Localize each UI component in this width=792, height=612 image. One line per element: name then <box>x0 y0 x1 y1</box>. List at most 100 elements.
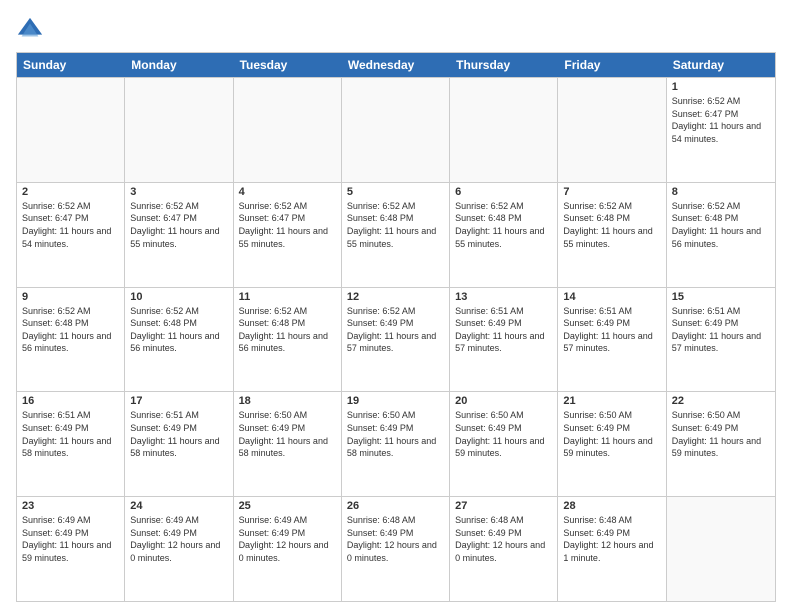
calendar-cell: 9Sunrise: 6:52 AMSunset: 6:48 PMDaylight… <box>17 288 125 392</box>
day-number: 11 <box>239 291 336 303</box>
logo <box>16 16 48 44</box>
header-day-saturday: Saturday <box>667 53 775 77</box>
calendar-cell: 8 Sunrise: 6:52 AMSunset: 6:48 PMDaylight… <box>667 183 775 287</box>
day-number: 23 <box>22 500 119 512</box>
calendar-cell: 12 Sunrise: 6:52 AMSunset: 6:49 PMDayligh… <box>342 288 450 392</box>
calendar-cell: 15 Sunrise: 6:51 AMSunset: 6:49 PMDayligh… <box>667 288 775 392</box>
day-number: 10 <box>130 291 227 303</box>
day-info: Sunrise: 6:51 AMSunset: 6:49 PMDaylight:… <box>563 305 660 355</box>
logo-icon <box>16 16 44 44</box>
calendar-cell: 17 Sunrise: 6:51 AMSunset: 6:49 PMDayligh… <box>125 392 233 496</box>
day-number: 1 <box>672 81 770 93</box>
day-info: Sunrise: 6:50 AMSunset: 6:49 PMDaylight:… <box>455 409 552 459</box>
day-number: 15 <box>672 291 770 303</box>
day-info: Sunrise: 6:52 AMSunset: 6:49 PMDaylight:… <box>347 305 444 355</box>
day-info: Sunrise: 6:52 AMSunset: 6:48 PMDaylight:… <box>347 200 444 250</box>
calendar-cell <box>558 78 666 182</box>
day-info: Sunrise: 6:51 AMSunset: 6:49 PMDaylight:… <box>22 409 119 459</box>
day-info: Sunrise: 6:51 AMSunset: 6:49 PMDaylight:… <box>130 409 227 459</box>
calendar-cell: 7 Sunrise: 6:52 AMSunset: 6:48 PMDaylight… <box>558 183 666 287</box>
header-day-thursday: Thursday <box>450 53 558 77</box>
page: SundayMondayTuesdayWednesdayThursdayFrid… <box>0 0 792 612</box>
day-number: 14 <box>563 291 660 303</box>
calendar: SundayMondayTuesdayWednesdayThursdayFrid… <box>16 52 776 602</box>
calendar-cell: 28Sunrise: 6:48 AMSunset: 6:49 PMDayligh… <box>558 497 666 601</box>
calendar-row-0: 1 Sunrise: 6:52 AMSunset: 6:47 PMDaylight… <box>17 77 775 182</box>
day-number: 13 <box>455 291 552 303</box>
calendar-cell: 18Sunrise: 6:50 AMSunset: 6:49 PMDayligh… <box>234 392 342 496</box>
day-number: 19 <box>347 395 444 407</box>
day-info: Sunrise: 6:50 AMSunset: 6:49 PMDaylight:… <box>672 409 770 459</box>
day-info: Sunrise: 6:52 AMSunset: 6:48 PMDaylight:… <box>672 200 770 250</box>
header <box>16 16 776 44</box>
calendar-cell: 16 Sunrise: 6:51 AMSunset: 6:49 PMDayligh… <box>17 392 125 496</box>
calendar-cell <box>125 78 233 182</box>
calendar-cell: 19 Sunrise: 6:50 AMSunset: 6:49 PMDayligh… <box>342 392 450 496</box>
day-number: 12 <box>347 291 444 303</box>
header-day-friday: Friday <box>558 53 666 77</box>
calendar-cell: 2 Sunrise: 6:52 AMSunset: 6:47 PMDaylight… <box>17 183 125 287</box>
header-day-wednesday: Wednesday <box>342 53 450 77</box>
day-info: Sunrise: 6:52 AMSunset: 6:47 PMDaylight:… <box>672 95 770 145</box>
calendar-cell <box>667 497 775 601</box>
day-info: Sunrise: 6:49 AMSunset: 6:49 PMDaylight:… <box>239 514 336 564</box>
calendar-cell: 3Sunrise: 6:52 AMSunset: 6:47 PMDaylight… <box>125 183 233 287</box>
calendar-cell <box>234 78 342 182</box>
day-number: 4 <box>239 186 336 198</box>
header-day-tuesday: Tuesday <box>234 53 342 77</box>
day-info: Sunrise: 6:50 AMSunset: 6:49 PMDaylight:… <box>563 409 660 459</box>
day-info: Sunrise: 6:51 AMSunset: 6:49 PMDaylight:… <box>672 305 770 355</box>
calendar-cell: 21 Sunrise: 6:50 AMSunset: 6:49 PMDayligh… <box>558 392 666 496</box>
calendar-cell: 25 Sunrise: 6:49 AMSunset: 6:49 PMDayligh… <box>234 497 342 601</box>
day-info: Sunrise: 6:50 AMSunset: 6:49 PMDaylight:… <box>347 409 444 459</box>
calendar-cell: 1 Sunrise: 6:52 AMSunset: 6:47 PMDaylight… <box>667 78 775 182</box>
calendar-row-3: 16 Sunrise: 6:51 AMSunset: 6:49 PMDayligh… <box>17 391 775 496</box>
day-info: Sunrise: 6:51 AMSunset: 6:49 PMDaylight:… <box>455 305 552 355</box>
calendar-row-2: 9Sunrise: 6:52 AMSunset: 6:48 PMDaylight… <box>17 287 775 392</box>
day-number: 16 <box>22 395 119 407</box>
calendar-cell <box>342 78 450 182</box>
calendar-row-4: 23 Sunrise: 6:49 AMSunset: 6:49 PMDayligh… <box>17 496 775 601</box>
day-info: Sunrise: 6:50 AMSunset: 6:49 PMDaylight:… <box>239 409 336 459</box>
calendar-cell: 27 Sunrise: 6:48 AMSunset: 6:49 PMDayligh… <box>450 497 558 601</box>
calendar-cell: 4 Sunrise: 6:52 AMSunset: 6:47 PMDaylight… <box>234 183 342 287</box>
day-info: Sunrise: 6:49 AMSunset: 6:49 PMDaylight:… <box>130 514 227 564</box>
calendar-cell: 22 Sunrise: 6:50 AMSunset: 6:49 PMDayligh… <box>667 392 775 496</box>
day-number: 2 <box>22 186 119 198</box>
day-info: Sunrise: 6:52 AMSunset: 6:48 PMDaylight:… <box>455 200 552 250</box>
calendar-cell: 14 Sunrise: 6:51 AMSunset: 6:49 PMDayligh… <box>558 288 666 392</box>
day-number: 21 <box>563 395 660 407</box>
day-number: 27 <box>455 500 552 512</box>
day-info: Sunrise: 6:52 AMSunset: 6:47 PMDaylight:… <box>22 200 119 250</box>
header-day-sunday: Sunday <box>17 53 125 77</box>
day-number: 7 <box>563 186 660 198</box>
calendar-cell: 5 Sunrise: 6:52 AMSunset: 6:48 PMDaylight… <box>342 183 450 287</box>
day-info: Sunrise: 6:49 AMSunset: 6:49 PMDaylight:… <box>22 514 119 564</box>
day-number: 25 <box>239 500 336 512</box>
day-number: 28 <box>563 500 660 512</box>
calendar-body: 1 Sunrise: 6:52 AMSunset: 6:47 PMDaylight… <box>17 77 775 601</box>
day-number: 6 <box>455 186 552 198</box>
day-info: Sunrise: 6:48 AMSunset: 6:49 PMDaylight:… <box>455 514 552 564</box>
calendar-cell: 11 Sunrise: 6:52 AMSunset: 6:48 PMDayligh… <box>234 288 342 392</box>
calendar-header: SundayMondayTuesdayWednesdayThursdayFrid… <box>17 53 775 77</box>
day-info: Sunrise: 6:48 AMSunset: 6:49 PMDaylight:… <box>347 514 444 564</box>
header-day-monday: Monday <box>125 53 233 77</box>
calendar-cell <box>450 78 558 182</box>
day-info: Sunrise: 6:52 AMSunset: 6:48 PMDaylight:… <box>22 305 119 355</box>
calendar-cell: 24 Sunrise: 6:49 AMSunset: 6:49 PMDayligh… <box>125 497 233 601</box>
calendar-cell: 23 Sunrise: 6:49 AMSunset: 6:49 PMDayligh… <box>17 497 125 601</box>
day-number: 5 <box>347 186 444 198</box>
calendar-cell: 13 Sunrise: 6:51 AMSunset: 6:49 PMDayligh… <box>450 288 558 392</box>
calendar-cell: 6 Sunrise: 6:52 AMSunset: 6:48 PMDaylight… <box>450 183 558 287</box>
day-number: 17 <box>130 395 227 407</box>
day-info: Sunrise: 6:52 AMSunset: 6:47 PMDaylight:… <box>239 200 336 250</box>
day-number: 24 <box>130 500 227 512</box>
day-info: Sunrise: 6:52 AMSunset: 6:48 PMDaylight:… <box>239 305 336 355</box>
day-number: 3 <box>130 186 227 198</box>
day-number: 22 <box>672 395 770 407</box>
calendar-cell <box>17 78 125 182</box>
calendar-row-1: 2 Sunrise: 6:52 AMSunset: 6:47 PMDaylight… <box>17 182 775 287</box>
day-number: 8 <box>672 186 770 198</box>
day-info: Sunrise: 6:52 AMSunset: 6:48 PMDaylight:… <box>563 200 660 250</box>
